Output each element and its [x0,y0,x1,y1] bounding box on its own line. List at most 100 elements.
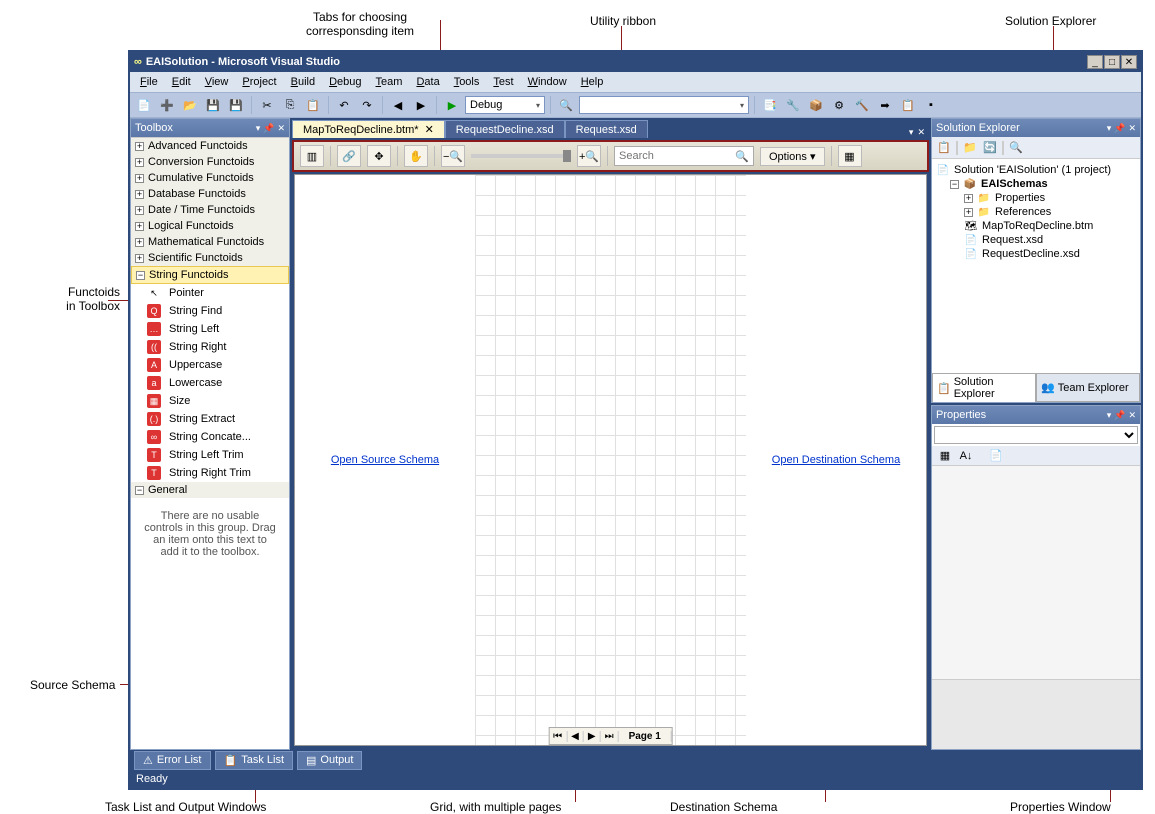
pin-icon[interactable]: 📌 [263,123,274,134]
pin-icon[interactable]: 📌 [1114,410,1125,421]
tb-icon-3[interactable]: 📦 [806,95,826,115]
ribbon-toggle-icon[interactable]: ▥ [300,145,324,167]
redo-icon[interactable]: ↷ [357,95,377,115]
toolbox-group[interactable]: +Mathematical Functoids [131,234,289,250]
toolbox-item[interactable]: ▦Size [143,392,289,410]
dropdown-icon[interactable]: ▾ [1107,123,1112,134]
project-node[interactable]: − 📦 EAISchemas [936,177,1136,191]
maximize-button[interactable]: □ [1104,55,1120,69]
move-icon[interactable]: ✥ [367,145,391,167]
properties-object-dropdown[interactable] [934,426,1138,444]
zoom-slider[interactable] [471,154,571,158]
tb-icon-2[interactable]: 🔧 [783,95,803,115]
alphabetical-icon[interactable]: A↓ [957,448,975,464]
toolbox-item[interactable]: aLowercase [143,374,289,392]
toolbox-group[interactable]: +Scientific Functoids [131,250,289,266]
references-node[interactable]: + 📁 References [936,205,1136,219]
zoom-out-icon[interactable]: −🔍 [441,145,465,167]
tab-close-icon[interactable]: ✕ [917,127,925,138]
dropdown-icon[interactable]: ▾ [256,123,261,134]
tb-icon-5[interactable]: 🔨 [852,95,872,115]
toolbox-group[interactable]: +Date / Time Functoids [131,202,289,218]
ribbon-search[interactable]: 🔍 [614,146,754,166]
menu-tools[interactable]: Tools [448,74,486,90]
file-node[interactable]: 📄 RequestDecline.xsd [936,247,1136,261]
open-icon[interactable]: 📂 [180,95,200,115]
menu-window[interactable]: Window [522,74,573,90]
toolbox-item[interactable]: …String Left [143,320,289,338]
ribbon-search-input[interactable] [619,150,735,162]
options-button[interactable]: Options ▾ [760,147,825,166]
save-icon[interactable]: 💾 [203,95,223,115]
document-tab[interactable]: Request.xsd [565,120,648,138]
refresh-icon[interactable]: 🔄 [982,140,998,156]
toolbox-item[interactable]: TString Left Trim [143,446,289,464]
toolbox-group[interactable]: +Conversion Functoids [131,154,289,170]
close-icon[interactable]: ✕ [425,123,434,136]
properties-grid[interactable] [932,466,1140,679]
menu-data[interactable]: Data [410,74,445,90]
menu-project[interactable]: Project [236,74,282,90]
toolbox-group[interactable]: +Database Functoids [131,186,289,202]
categorized-icon[interactable]: ▦ [936,448,954,464]
close-button[interactable]: ✕ [1121,55,1137,69]
toolbox-group-general[interactable]: −General [131,482,289,498]
tab-team-explorer[interactable]: 👥 Team Explorer [1036,373,1140,402]
document-tab[interactable]: RequestDecline.xsd [445,120,565,138]
cut-icon[interactable]: ✂ [257,95,277,115]
close-icon[interactable]: ✕ [1128,123,1136,134]
expander-icon[interactable]: + [964,194,973,203]
save-all-icon[interactable]: 💾 [226,95,246,115]
menu-test[interactable]: Test [487,74,519,90]
link-icon[interactable]: 🔗 [337,145,361,167]
open-source-schema-link[interactable]: Open Source Schema [331,454,439,466]
menu-debug[interactable]: Debug [323,74,367,90]
bottom-tab-error-list[interactable]: ⚠Error List [134,751,211,770]
property-pages-icon[interactable]: 📄 [987,448,1005,464]
start-debug-icon[interactable]: ▶ [442,95,462,115]
toolbox-item[interactable]: ((String Right [143,338,289,356]
properties-node[interactable]: + 📁 Properties [936,191,1136,205]
page-last-icon[interactable]: ⏭ [601,731,619,742]
add-item-icon[interactable]: ➕ [157,95,177,115]
properties-icon[interactable]: 📋 [936,140,952,156]
hand-icon[interactable]: ✋ [404,145,428,167]
tb-icon-1[interactable]: 📑 [760,95,780,115]
search-icon[interactable]: 🔍 [735,150,749,163]
toolbox-item[interactable]: AUppercase [143,356,289,374]
menu-help[interactable]: Help [575,74,610,90]
copy-icon[interactable]: ⎘ [280,95,300,115]
menu-build[interactable]: Build [285,74,321,90]
tab-dropdown-icon[interactable]: ▾ [909,127,914,138]
toolbox-item[interactable]: TString Right Trim [143,464,289,482]
toolbox-group[interactable]: +Advanced Functoids [131,138,289,154]
tab-solution-explorer[interactable]: 📋 Solution Explorer [932,373,1036,402]
show-all-icon[interactable]: 📁 [962,140,978,156]
menu-edit[interactable]: Edit [166,74,197,90]
tb-icon-7[interactable]: 📋 [898,95,918,115]
paste-icon[interactable]: 📋 [303,95,323,115]
toolbox-group[interactable]: +Logical Functoids [131,218,289,234]
toolbox-item[interactable]: QString Find [143,302,289,320]
find-icon[interactable]: 🔍 [556,95,576,115]
tb-icon-4[interactable]: ⚙ [829,95,849,115]
find-input[interactable] [579,96,749,114]
document-tab[interactable]: MapToReqDecline.btm*✕ [292,120,445,138]
ribbon-extra-icon[interactable]: ▦ [838,145,862,167]
toolbox-group-open[interactable]: −String Functoids [131,266,289,284]
file-node[interactable]: 📄 Request.xsd [936,233,1136,247]
menu-team[interactable]: Team [370,74,409,90]
minimize-button[interactable]: _ [1087,55,1103,69]
open-destination-schema-link[interactable]: Open Destination Schema [772,454,900,466]
menu-file[interactable]: File [134,74,164,90]
tb-icon-8[interactable]: ▪ [921,95,941,115]
zoom-in-icon[interactable]: +🔍 [577,145,601,167]
mapper-grid[interactable]: ⏮ ◀ ▶ ⏭ Page 1 [475,175,746,745]
pin-icon[interactable]: 📌 [1114,123,1125,134]
bottom-tab-output[interactable]: ▤Output [297,751,362,770]
dropdown-icon[interactable]: ▾ [1107,410,1112,421]
close-icon[interactable]: ✕ [1128,410,1136,421]
expander-icon[interactable]: − [950,180,959,189]
file-node[interactable]: 🗺 MapToReqDecline.btm [936,219,1136,233]
toolbox-item[interactable]: ↖Pointer [143,284,289,302]
